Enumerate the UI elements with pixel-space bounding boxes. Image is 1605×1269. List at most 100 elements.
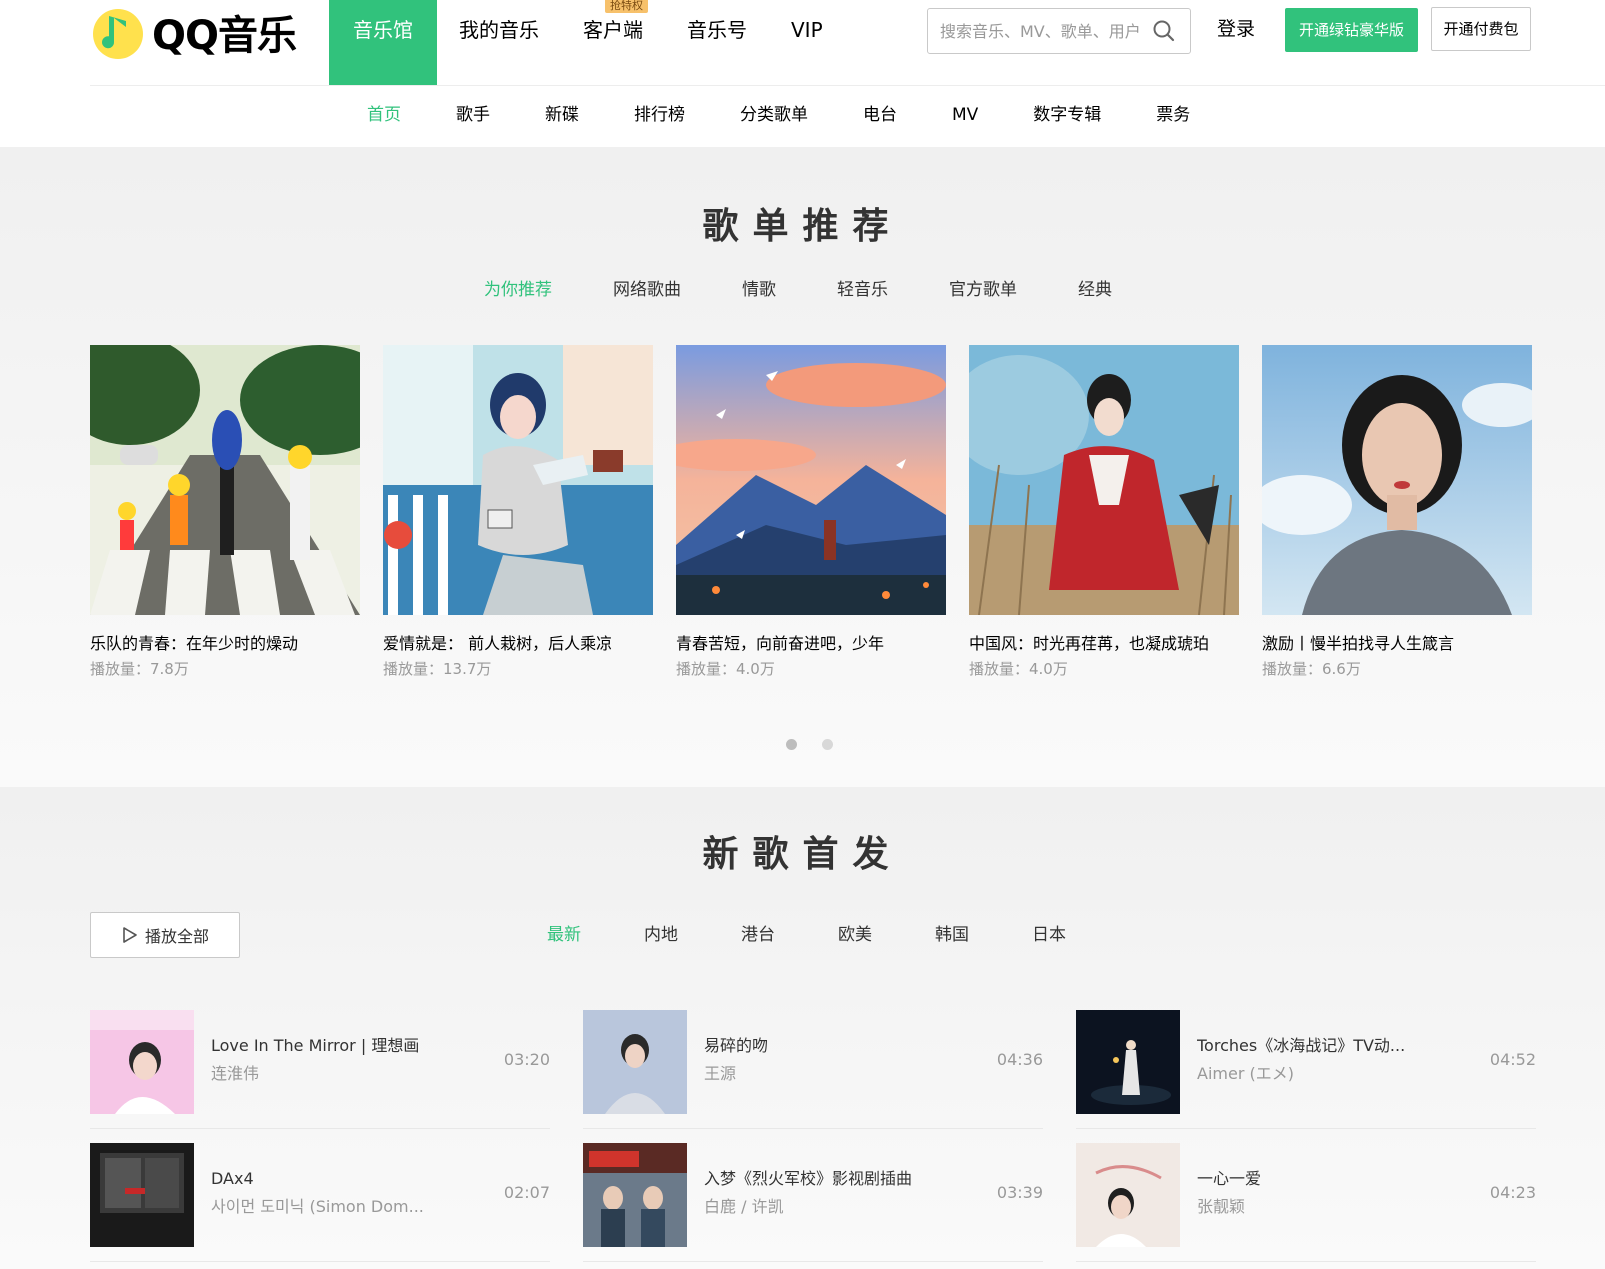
song-item[interactable]: Love In The Mirror | 理想画 连淮伟 03:20 bbox=[90, 1010, 550, 1129]
song-item[interactable]: 一心一爱 张靓颖 04:23 bbox=[1076, 1143, 1536, 1262]
playlist-play-count: 播放量：7.8万 bbox=[90, 660, 189, 678]
song-item[interactable]: 易碎的吻 王源 04:36 bbox=[583, 1010, 1043, 1129]
search-box bbox=[927, 8, 1191, 54]
sub-nav-radio[interactable]: 电台 bbox=[863, 100, 897, 130]
playlist-play-count: 播放量：6.6万 bbox=[1262, 660, 1361, 678]
song-cover-light-portrait-image bbox=[1076, 1143, 1180, 1247]
playlist-name[interactable]: 爱情就是： 前人栽树，后人乘凉 bbox=[383, 633, 653, 655]
new-songs-section-title: 新歌首发 bbox=[702, 834, 903, 875]
brand-logo[interactable]: QQ音乐 bbox=[90, 3, 300, 61]
song-title[interactable]: 一心一爱 bbox=[1197, 1167, 1487, 1191]
new-songs-tab-western[interactable]: 欧美 bbox=[838, 920, 872, 950]
row-divider bbox=[90, 1128, 550, 1129]
playlist-name[interactable]: 中国风：时光再荏苒，也凝成琥珀 bbox=[969, 633, 1239, 655]
song-title[interactable]: Love In The Mirror | 理想画 bbox=[211, 1034, 501, 1058]
open-pay-package-button[interactable]: 开通付费包 bbox=[1431, 7, 1531, 51]
play-all-button[interactable]: 播放全部 bbox=[90, 912, 240, 958]
client-badge: 抢特权 bbox=[605, 0, 648, 13]
main-nav-my-music[interactable]: 我的音乐 bbox=[437, 0, 561, 85]
song-artist[interactable]: 사이먼 도미닉 (Simon Dom... bbox=[211, 1195, 451, 1219]
row-divider bbox=[90, 1261, 550, 1262]
sub-nav-mv[interactable]: MV bbox=[952, 100, 978, 130]
song-cover[interactable] bbox=[90, 1143, 194, 1247]
cover-hanfu-woman-image bbox=[969, 345, 1239, 615]
playlist-tab-light-music[interactable]: 轻音乐 bbox=[837, 275, 888, 305]
song-title[interactable]: 入梦《烈火军校》影视剧插曲 bbox=[704, 1167, 994, 1191]
new-songs-tab-japan[interactable]: 日本 bbox=[1032, 920, 1066, 950]
main-nav: 音乐馆 我的音乐 客户端 抢特权 音乐号 VIP bbox=[329, 0, 845, 85]
song-title[interactable]: DAx4 bbox=[211, 1167, 501, 1191]
search-input[interactable] bbox=[940, 21, 1150, 41]
sub-nav: 首页 歌手 新碟 排行榜 分类歌单 电台 MV 数字专辑 票务 bbox=[367, 100, 1245, 130]
brand-name: QQ音乐 bbox=[152, 13, 297, 59]
new-songs-tab-latest[interactable]: 最新 bbox=[547, 920, 581, 950]
playlist-tab-love-songs[interactable]: 情歌 bbox=[742, 275, 776, 305]
playlist-cards: 乐队的青春：在年少时的燥动 播放量：7.8万 爱情就是： 前人栽树，后人乘凉 播… bbox=[90, 345, 1532, 679]
song-duration: 03:39 bbox=[996, 1183, 1043, 1202]
main-nav-client[interactable]: 客户端 抢特权 bbox=[561, 0, 665, 85]
song-duration: 03:20 bbox=[503, 1050, 550, 1069]
song-cover-dark-image bbox=[1076, 1010, 1180, 1114]
song-cover[interactable] bbox=[1076, 1010, 1180, 1114]
song-item[interactable]: Torches《冰海战记》TV动... Aimer (エメ) 04:52 bbox=[1076, 1010, 1536, 1129]
song-cover[interactable] bbox=[583, 1010, 687, 1114]
new-songs-section: 新歌首发 播放全部 最新 内地 港台 欧美 韩国 日本 Love In The … bbox=[0, 787, 1605, 1269]
playlist-section-title: 歌单推荐 bbox=[702, 206, 903, 247]
song-cover[interactable] bbox=[90, 1010, 194, 1114]
song-item[interactable]: DAx4 사이먼 도미닉 (Simon Dom... 02:07 bbox=[90, 1143, 550, 1262]
sub-nav-digital-albums[interactable]: 数字专辑 bbox=[1033, 100, 1101, 130]
playlist-card[interactable]: 乐队的青春：在年少时的燥动 播放量：7.8万 bbox=[90, 345, 360, 679]
sub-nav-categories[interactable]: 分类歌单 bbox=[740, 100, 808, 130]
playlist-card[interactable]: 爱情就是： 前人栽树，后人乘凉 播放量：13.7万 bbox=[383, 345, 653, 679]
new-songs-tab-hk-tw[interactable]: 港台 bbox=[741, 920, 775, 950]
playlist-cover[interactable] bbox=[676, 345, 946, 615]
playlist-name[interactable]: 乐队的青春：在年少时的燥动 bbox=[90, 633, 360, 655]
sub-nav-charts[interactable]: 排行榜 bbox=[634, 100, 685, 130]
new-songs-tab-mainland[interactable]: 内地 bbox=[644, 920, 678, 950]
row-divider bbox=[583, 1128, 1043, 1129]
cover-portrait-girl-image bbox=[1262, 345, 1532, 615]
main-nav-music-hall[interactable]: 音乐馆 bbox=[329, 0, 437, 85]
song-artist[interactable]: 连淮伟 bbox=[211, 1062, 451, 1086]
playlist-card[interactable]: 中国风：时光再荏苒，也凝成琥珀 播放量：4.0万 bbox=[969, 345, 1239, 679]
play-all-label: 播放全部 bbox=[144, 927, 209, 946]
playlist-cover[interactable] bbox=[383, 345, 653, 615]
song-cover[interactable] bbox=[583, 1143, 687, 1247]
song-cover-blue-portrait-image bbox=[583, 1010, 687, 1114]
song-artist[interactable]: 王源 bbox=[704, 1062, 944, 1086]
song-cover-pink-image bbox=[90, 1010, 194, 1114]
sub-nav-new-albums[interactable]: 新碟 bbox=[545, 100, 579, 130]
sub-nav-tickets[interactable]: 票务 bbox=[1156, 100, 1190, 130]
song-title[interactable]: 易碎的吻 bbox=[704, 1034, 994, 1058]
song-cover-drama-poster-image bbox=[583, 1143, 687, 1247]
playlist-name[interactable]: 青春苦短，向前奋进吧，少年 bbox=[676, 633, 946, 655]
playlist-cover[interactable] bbox=[969, 345, 1239, 615]
playlist-tab-web-songs[interactable]: 网络歌曲 bbox=[613, 275, 681, 305]
playlist-card[interactable]: 激励丨慢半拍找寻人生箴言 播放量：6.6万 bbox=[1262, 345, 1532, 679]
open-vip-button[interactable]: 开通绿钻豪华版 bbox=[1285, 8, 1418, 52]
carousel-dot[interactable] bbox=[822, 739, 833, 750]
playlist-name[interactable]: 激励丨慢半拍找寻人生箴言 bbox=[1262, 633, 1532, 655]
sub-nav-home[interactable]: 首页 bbox=[367, 100, 401, 130]
main-nav-vip[interactable]: VIP bbox=[769, 0, 845, 85]
song-artist[interactable]: 白鹿 / 许凯 bbox=[704, 1195, 944, 1219]
song-title[interactable]: Torches《冰海战记》TV动... bbox=[1197, 1034, 1487, 1058]
playlist-tab-official[interactable]: 官方歌单 bbox=[949, 275, 1017, 305]
playlist-cover[interactable] bbox=[1262, 345, 1532, 615]
login-link[interactable]: 登录 bbox=[1217, 14, 1255, 44]
song-item[interactable]: 入梦《烈火军校》影视剧插曲 白鹿 / 许凯 03:39 bbox=[583, 1143, 1043, 1262]
new-songs-tab-korea[interactable]: 韩国 bbox=[935, 920, 969, 950]
play-outline-icon bbox=[123, 927, 137, 943]
song-artist[interactable]: Aimer (エメ) bbox=[1197, 1062, 1437, 1086]
song-artist[interactable]: 张靓颖 bbox=[1197, 1195, 1437, 1219]
search-icon[interactable] bbox=[1152, 19, 1176, 43]
playlist-tab-classic[interactable]: 经典 bbox=[1078, 275, 1112, 305]
main-nav-music-account[interactable]: 音乐号 bbox=[665, 0, 769, 85]
cover-mountain-landscape-image bbox=[676, 345, 946, 615]
sub-nav-singers[interactable]: 歌手 bbox=[456, 100, 490, 130]
playlist-card[interactable]: 青春苦短，向前奋进吧，少年 播放量：4.0万 bbox=[676, 345, 946, 679]
playlist-cover[interactable] bbox=[90, 345, 360, 615]
playlist-tab-for-you[interactable]: 为你推荐 bbox=[484, 275, 552, 305]
carousel-dot-active[interactable] bbox=[786, 739, 797, 750]
song-cover[interactable] bbox=[1076, 1143, 1180, 1247]
